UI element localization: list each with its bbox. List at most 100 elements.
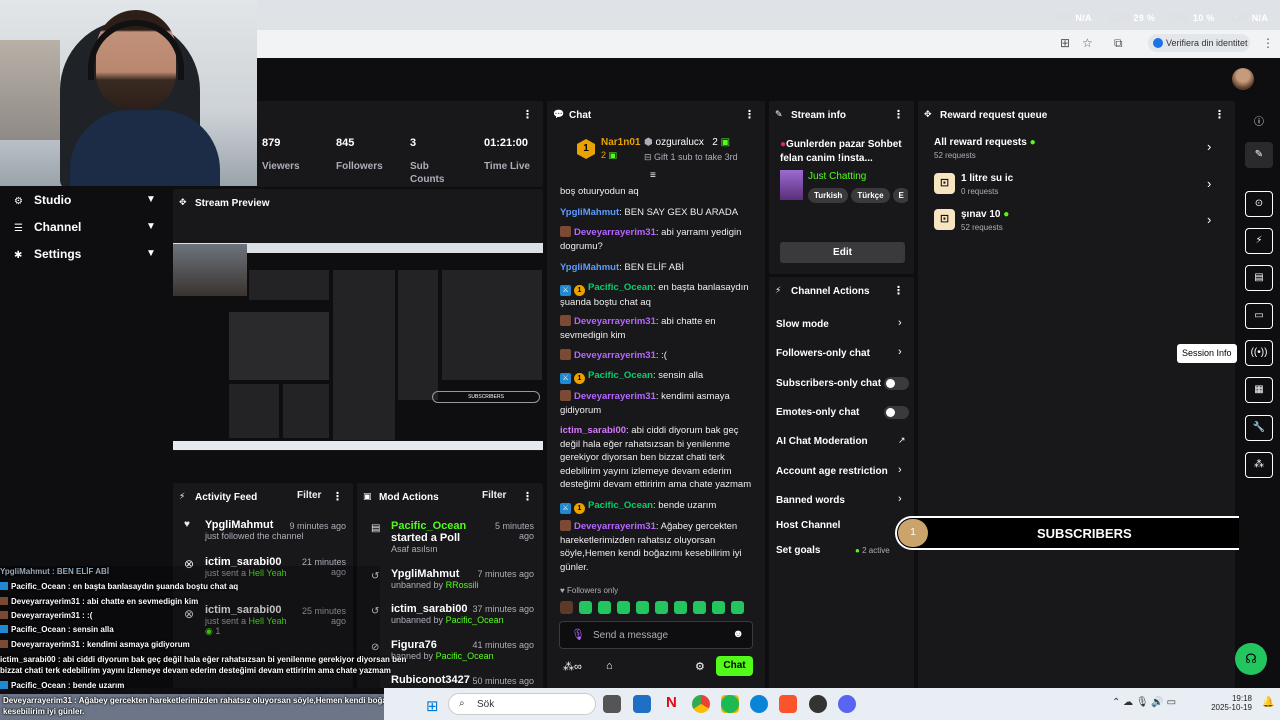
slow-mode-item[interactable]: Slow mode: [776, 319, 829, 330]
emote-icon[interactable]: [617, 601, 630, 614]
send-chat-button[interactable]: Chat: [716, 656, 753, 676]
taskview-icon[interactable]: [603, 695, 621, 713]
more-icon[interactable]: ⋮: [1214, 108, 1225, 121]
host-channel-item[interactable]: Host Channel: [776, 520, 840, 531]
emote-icon[interactable]: [560, 601, 573, 614]
followers-only-item[interactable]: Followers-only chat: [776, 348, 870, 359]
emote-icon[interactable]: [693, 601, 706, 614]
reward-item[interactable]: 1 litre su ic: [961, 173, 1013, 184]
more-icon[interactable]: ⋮: [744, 108, 755, 121]
user-avatar-icon: [560, 520, 571, 531]
document-icon[interactable]: ▤: [1245, 265, 1273, 291]
emote-icon[interactable]: [674, 601, 687, 614]
tag[interactable]: E: [892, 188, 908, 203]
heart-icon: ♥: [184, 519, 190, 530]
emote-icon[interactable]: [636, 601, 649, 614]
gift-cta[interactable]: ⊟ Gift 1 sub to take 3rd: [644, 152, 738, 163]
tag[interactable]: Turkish: [808, 188, 849, 203]
filter-button[interactable]: Filter: [297, 490, 321, 501]
timestamp: 5 minutes ago: [494, 521, 534, 541]
clock[interactable]: 19:18 2025-10-19: [1210, 694, 1252, 712]
more-icon[interactable]: ⋮: [522, 108, 533, 121]
more-icon[interactable]: ⋮: [332, 490, 343, 503]
top-gifter-name[interactable]: Nar1n01: [601, 137, 640, 148]
chevron-right-icon[interactable]: ›: [898, 346, 902, 358]
menu-studio[interactable]: ⚙ Studio: [14, 193, 71, 207]
ai-moderation-item[interactable]: AI Chat Moderation: [776, 436, 868, 447]
chevron-down-icon[interactable]: ▼: [146, 221, 156, 232]
menu-icon[interactable]: ≡: [650, 170, 656, 181]
chevron-right-icon[interactable]: ›: [898, 317, 902, 329]
inventory-icon[interactable]: ▦: [1245, 377, 1273, 403]
windows-start-icon[interactable]: ⊞: [426, 697, 439, 715]
banned-words-item[interactable]: Banned words: [776, 495, 845, 506]
session-info-icon[interactable]: ((•)): [1245, 340, 1273, 366]
more-icon[interactable]: ⋮: [893, 284, 904, 297]
info-icon[interactable]: ⓘ: [1254, 113, 1264, 128]
preview-toggle-icon[interactable]: ⊙: [1245, 191, 1273, 217]
subscribers-only-toggle[interactable]: [884, 377, 909, 390]
taskbar-search[interactable]: ⌕ Sök: [448, 693, 596, 715]
reward-item[interactable]: şınav 10 ●: [961, 209, 1009, 220]
channel-actions-panel: ⚡ Channel Actions ⋮: [769, 277, 914, 688]
translate-icon[interactable]: ⊞: [1060, 36, 1070, 50]
notification-icon[interactable]: 🔔: [1262, 697, 1274, 708]
pencil-icon[interactable]: ✎: [1245, 142, 1273, 168]
avatar[interactable]: [1232, 68, 1254, 90]
preview-panel: [229, 384, 279, 438]
brave-icon[interactable]: [779, 695, 797, 713]
chevron-right-icon[interactable]: ›: [898, 493, 902, 505]
all-rewards-item[interactable]: All reward requests ●: [934, 137, 1036, 148]
goal-label: SUBSCRIBERS: [1037, 526, 1132, 541]
tray-icons[interactable]: ⌃ ☁ 🎙 🔊 ▭: [1112, 697, 1176, 708]
account-age-item[interactable]: Account age restriction: [776, 466, 888, 477]
store-app-icon[interactable]: [633, 695, 651, 713]
external-link-icon[interactable]: ↗: [898, 435, 906, 446]
chevron-right-icon[interactable]: ›: [1207, 176, 1211, 191]
chevron-right-icon[interactable]: ›: [1207, 212, 1211, 227]
bookmark-star-icon[interactable]: ☆: [1082, 36, 1093, 50]
emote-icon[interactable]: [655, 601, 668, 614]
spotify-icon[interactable]: [721, 695, 739, 713]
emotes-only-toggle[interactable]: [884, 406, 909, 419]
menu-settings[interactable]: ✱ Settings: [14, 247, 81, 261]
chevron-right-icon[interactable]: ›: [1207, 139, 1211, 154]
emote-icon[interactable]: [712, 601, 725, 614]
discord-icon[interactable]: [838, 695, 856, 713]
category-thumbnail[interactable]: [780, 170, 803, 200]
points-icon[interactable]: ⁂∞: [563, 660, 582, 673]
emote-icon[interactable]: [579, 601, 592, 614]
tag-list: Turkish Türkçe E: [808, 185, 908, 203]
emote-icon[interactable]: [598, 601, 611, 614]
puzzle-icon[interactable]: ⁂: [1245, 452, 1273, 478]
support-icon[interactable]: ☊: [1235, 643, 1267, 675]
chevron-down-icon[interactable]: ▼: [146, 194, 156, 205]
wrench-icon[interactable]: 🔧: [1245, 415, 1273, 441]
store-icon[interactable]: ⌂: [606, 660, 613, 672]
bolt-icon[interactable]: ⚡: [1245, 228, 1273, 254]
browser-menu-icon[interactable]: ⋮: [1262, 36, 1274, 50]
identity-pill[interactable]: Verifiera din identitet: [1148, 34, 1250, 52]
more-icon[interactable]: ⋮: [893, 108, 904, 121]
category-name[interactable]: Just Chatting: [808, 171, 866, 182]
chat-bubble-icon[interactable]: ▭: [1245, 303, 1273, 329]
tag[interactable]: Türkçe: [851, 188, 890, 203]
chat-settings-icon[interactable]: ⚙: [695, 660, 705, 673]
emoji-icon[interactable]: ☻: [732, 628, 744, 640]
edit-button[interactable]: Edit: [780, 242, 905, 263]
chevron-right-icon[interactable]: ›: [898, 464, 902, 476]
microphone-icon[interactable]: 🎙: [571, 628, 585, 641]
emote-icon[interactable]: [731, 601, 744, 614]
chrome-icon[interactable]: [692, 695, 710, 713]
menu-channel[interactable]: ☰ Channel: [14, 220, 81, 234]
all-rewards-count: 52 requests: [934, 151, 976, 160]
filter-button[interactable]: Filter: [482, 490, 506, 501]
edge-icon[interactable]: [750, 695, 768, 713]
extensions-icon[interactable]: ⧉: [1114, 36, 1123, 51]
more-icon[interactable]: ⋮: [522, 490, 533, 503]
chevron-down-icon[interactable]: ▼: [146, 248, 156, 259]
obs-icon[interactable]: [809, 695, 827, 713]
chat-input[interactable]: 🎙 Send a message ☻: [559, 621, 753, 649]
set-goals-item[interactable]: Set goals: [776, 545, 820, 556]
netflix-icon[interactable]: N: [666, 694, 677, 711]
